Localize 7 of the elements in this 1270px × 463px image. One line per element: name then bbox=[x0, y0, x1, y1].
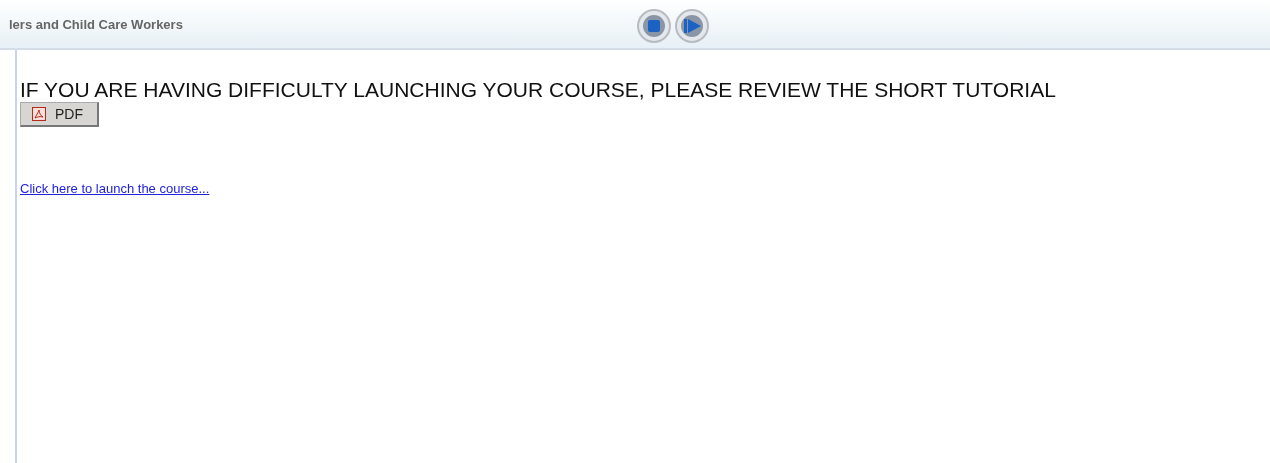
course-title: lers and Child Care Workers bbox=[8, 16, 183, 32]
stop-icon[interactable] bbox=[636, 8, 672, 44]
play-icon[interactable] bbox=[674, 8, 710, 44]
launch-course-link[interactable]: Click here to launch the course... bbox=[20, 181, 210, 196]
notice-text: IF YOU ARE HAVING DIFFICULTY LAUNCHING YOUR COURSE, PLEASE REVIEW THE SHORT TUTORIAL bbox=[20, 78, 1056, 102]
pdf-icon bbox=[32, 107, 46, 121]
pdf-button[interactable]: PDF bbox=[20, 102, 99, 127]
